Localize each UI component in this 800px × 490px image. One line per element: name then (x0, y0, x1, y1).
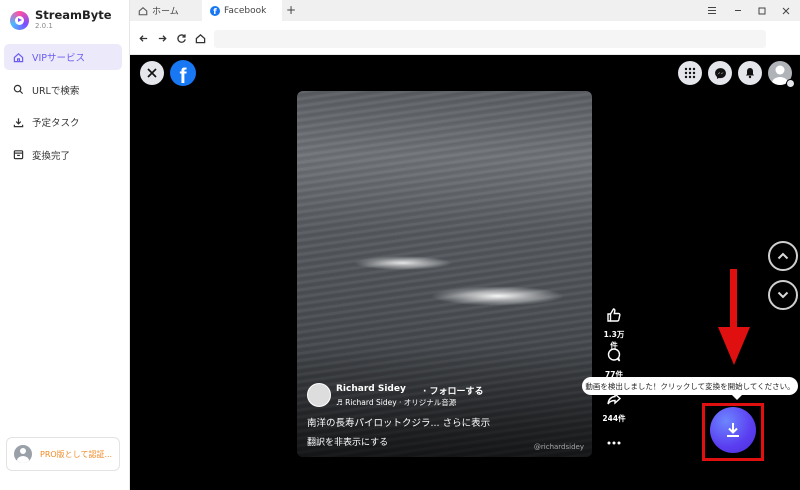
author-avatar[interactable] (307, 383, 331, 407)
comment-button[interactable]: 77件 (600, 347, 628, 380)
facebook-logo-icon[interactable]: f (170, 60, 196, 86)
next-video-button[interactable] (768, 280, 798, 310)
tab-label: Facebook (224, 5, 267, 16)
streambyte-logo-icon (10, 10, 29, 30)
video-caption[interactable]: 南洋の長寿パイロットクジラ... さらに表示 (307, 415, 490, 429)
more-options-icon[interactable] (600, 431, 628, 450)
new-tab-button[interactable]: + (286, 0, 296, 21)
sidebar-nav: VIPサービス URLで検索 予定タスク 変換完了 (4, 44, 122, 174)
sidebar-item-vip[interactable]: VIPサービス (4, 44, 122, 70)
reload-icon[interactable] (174, 31, 188, 45)
chevron-down-icon[interactable] (786, 79, 795, 88)
maximize-icon[interactable] (750, 0, 774, 21)
detection-tooltip: 動画を検出しました！クリックして変換を開始してください。 (582, 377, 798, 400)
sidebar: StreamByte 2.0.1 VIPサービス URLで検索 予定タスク 変換… (0, 0, 130, 490)
annotation-arrow-shaft (730, 269, 737, 329)
facebook-icon: f (210, 5, 220, 16)
sidebar-item-label: VIPサービス (32, 53, 86, 64)
comment-icon (606, 348, 622, 367)
home-icon (12, 51, 24, 63)
archive-icon (12, 149, 24, 161)
sidebar-item-label: 変換完了 (32, 150, 71, 162)
download-button[interactable] (710, 407, 756, 453)
video-reel[interactable]: Richard Sidey · フォローする ♬ Richard Sidey ·… (297, 91, 592, 457)
menu-icon[interactable] (700, 0, 724, 21)
messenger-icon[interactable] (708, 61, 732, 85)
share-count: 244件 (602, 414, 626, 423)
author-name[interactable]: Richard Sidey (336, 384, 406, 394)
notifications-bell-icon[interactable] (738, 61, 762, 85)
tab-facebook[interactable]: f Facebook (202, 0, 282, 21)
previous-video-button[interactable] (768, 241, 798, 271)
annotation-arrow-head (718, 327, 750, 365)
like-button[interactable]: 1.3万件 (600, 307, 628, 351)
chevron-down-icon (776, 288, 790, 302)
apps-menu-icon[interactable] (678, 61, 702, 85)
sidebar-item-label: 予定タスク (32, 118, 80, 129)
tab-bar: ホーム f Facebook + (130, 0, 800, 21)
download-icon (724, 421, 742, 439)
hide-translation-link[interactable]: 翻訳を非表示にする (307, 435, 388, 448)
pro-activation-label: PRO版として認証... (40, 449, 113, 459)
share-button[interactable]: 244件 (600, 391, 628, 424)
tab-label: ホーム (152, 7, 179, 17)
facebook-content: f Richard Sidey · フォローする ♬ Richard Sidey… (130, 55, 800, 490)
pro-activation-button[interactable]: PRO版として認証... (6, 437, 120, 471)
video-watermark: @richardsidey (533, 443, 584, 451)
minimize-icon[interactable] (726, 0, 750, 21)
home-icon (138, 6, 148, 16)
close-icon[interactable] (140, 61, 164, 85)
home-icon[interactable] (193, 31, 207, 45)
download-icon (12, 116, 24, 128)
url-input[interactable] (214, 30, 766, 48)
brand: StreamByte 2.0.1 (10, 9, 112, 31)
user-avatar-icon (14, 445, 32, 463)
chevron-up-icon (776, 249, 790, 263)
close-icon[interactable] (774, 0, 798, 21)
app-name: StreamByte (35, 8, 112, 22)
forward-icon[interactable] (155, 31, 169, 45)
sidebar-item-label: URLで検索 (32, 85, 80, 97)
thumbs-up-icon (606, 308, 622, 327)
audio-label[interactable]: ♬ Richard Sidey · オリジナル音源 (336, 397, 456, 408)
sidebar-item-converted[interactable]: 変換完了 (4, 142, 122, 168)
sidebar-item-scheduled-tasks[interactable]: 予定タスク (4, 109, 122, 135)
sidebar-item-url-search[interactable]: URLで検索 (4, 77, 122, 103)
app-version: 2.0.1 (35, 22, 53, 30)
back-icon[interactable] (136, 31, 150, 45)
follow-link[interactable]: · フォローする (423, 384, 484, 397)
tab-home[interactable]: ホーム (138, 0, 202, 21)
search-icon (12, 84, 24, 96)
browser-toolbar (130, 21, 800, 55)
